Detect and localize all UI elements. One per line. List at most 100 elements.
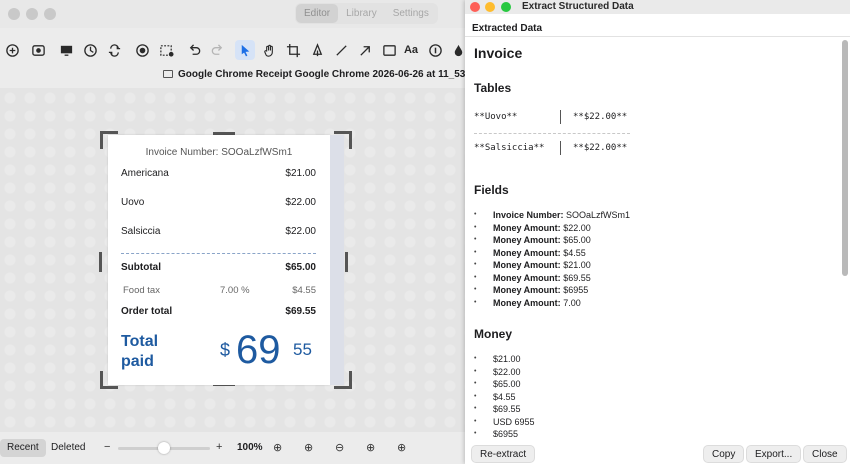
money-item: $6955	[474, 429, 518, 437]
item-name: Salsiccia	[121, 226, 161, 237]
tables-heading: Tables	[474, 81, 512, 95]
redo-icon[interactable]	[207, 40, 227, 60]
money-item: $65.00	[474, 379, 520, 389]
editor-bottom-bar: Recent Deleted − + 100% ⊕ ⊕ ⊖ ⊕ ⊕	[0, 432, 465, 464]
receipt-shadow-strip	[330, 135, 344, 385]
item-amount: $22.00	[285, 226, 316, 237]
file-name: Google Chrome Receipt Google Chrome 2026…	[178, 69, 465, 80]
order-total-amount: $69.55	[285, 306, 316, 317]
tab-settings[interactable]: Settings	[385, 4, 437, 23]
export-button[interactable]: Export...	[746, 445, 802, 463]
table-cell: **$22.00**	[573, 112, 628, 122]
scroll-capture-icon[interactable]	[104, 40, 124, 60]
panel-title: Extract Structured Data	[522, 1, 634, 12]
zoom-out-minus[interactable]: −	[104, 441, 110, 453]
re-extract-button[interactable]: Re-extract	[471, 445, 536, 463]
field-item: Money Amount: $22.00	[474, 223, 591, 233]
record-area-icon[interactable]	[156, 40, 176, 60]
pointer-tool-icon[interactable]	[235, 40, 255, 60]
receipt-image[interactable]: Invoice Number: SOOaLzfWSm1 Americana $2…	[100, 131, 352, 389]
field-item: Money Amount: 7.00	[474, 298, 581, 308]
close-window-button[interactable]	[8, 8, 20, 20]
panel-maximize-button[interactable]	[501, 2, 511, 12]
panel-footer: Re-extract Copy Export... Close	[465, 437, 850, 464]
receipt-line-item: Salsiccia $22.00	[121, 226, 316, 237]
zoom-reset-icon[interactable]: ⊕	[397, 441, 406, 454]
zoom-in-icon[interactable]: ⊕	[304, 441, 313, 454]
receipt-order-total: Order total $69.55	[121, 306, 316, 317]
receipt-subtotal: Subtotal $65.00	[121, 262, 316, 273]
panel-close-button[interactable]	[470, 2, 480, 12]
rectangle-tool-icon[interactable]	[379, 40, 399, 60]
crop-corner-top-right[interactable]	[334, 131, 352, 149]
subtotal-amount: $65.00	[285, 262, 316, 273]
zoom-in-plus[interactable]: +	[216, 441, 222, 453]
field-item: Money Amount: $69.55	[474, 273, 591, 283]
crop-corner-bottom-right[interactable]	[334, 371, 352, 389]
zoom-actual-icon[interactable]: ⊕	[366, 441, 375, 454]
money-item: USD 6955	[474, 417, 534, 427]
copy-button[interactable]: Copy	[703, 445, 745, 463]
table-column-separator	[560, 110, 561, 124]
image-file-icon	[163, 70, 173, 78]
text-tool-icon[interactable]: Aa	[401, 40, 421, 60]
extract-panel-window: Extract Structured Data Extracted Data I…	[465, 0, 850, 464]
zoom-level: 100%	[237, 442, 263, 453]
record-icon[interactable]	[132, 40, 152, 60]
panel-minimize-button[interactable]	[485, 2, 495, 12]
field-item: Money Amount: $21.00	[474, 260, 591, 270]
undo-icon[interactable]	[184, 40, 204, 60]
money-heading: Money	[474, 327, 513, 341]
panel-titlebar: Extract Structured Data	[465, 0, 850, 14]
line-tool-icon[interactable]	[331, 40, 351, 60]
crop-handle-left[interactable]	[99, 252, 102, 272]
counter-tool-icon[interactable]	[425, 40, 445, 60]
zoom-fit-icon[interactable]: ⊕	[273, 441, 282, 454]
total-cents: 55	[293, 340, 312, 359]
add-icon[interactable]	[2, 40, 22, 60]
field-item: Money Amount: $6955	[474, 285, 588, 295]
display-icon[interactable]	[56, 40, 76, 60]
field-item: Invoice Number: SOOaLzfWSm1	[474, 210, 630, 220]
tab-editor[interactable]: Editor	[296, 4, 339, 23]
screenshot-icon[interactable]	[28, 40, 48, 60]
money-item: $69.55	[474, 404, 520, 414]
crop-corner-bottom-left[interactable]	[100, 371, 118, 389]
crop-tool-icon[interactable]	[283, 40, 303, 60]
view-segmented-control: Editor Library Settings	[295, 3, 438, 24]
receipt-invoice-number: Invoice Number: SOOaLzfWSm1	[145, 147, 293, 158]
zoom-slider-knob[interactable]	[158, 442, 170, 454]
table-cell: **Salsiccia**	[474, 143, 545, 153]
maximize-window-button[interactable]	[44, 8, 56, 20]
total-paid-label: Total paid	[121, 332, 158, 372]
panel-subtitle: Extracted Data	[472, 23, 543, 34]
money-item: $4.55	[474, 392, 515, 402]
tab-library[interactable]: Library	[338, 4, 385, 23]
crop-handle-right[interactable]	[345, 252, 348, 272]
arrow-tool-icon[interactable]	[355, 40, 375, 60]
deleted-button[interactable]: Deleted	[44, 439, 92, 457]
item-amount: $22.00	[285, 197, 316, 208]
editor-toolbar: Aa	[0, 34, 465, 66]
total-paid-line2: paid	[121, 353, 154, 370]
item-amount: $21.00	[285, 168, 316, 179]
subtotal-label: Subtotal	[121, 262, 161, 273]
item-name: Americana	[121, 168, 169, 179]
document-heading: Invoice	[474, 45, 523, 61]
timer-icon[interactable]	[80, 40, 100, 60]
pen-tool-icon[interactable]	[307, 40, 327, 60]
panel-scrollbar[interactable]	[842, 40, 848, 276]
field-item: Money Amount: $65.00	[474, 235, 591, 245]
minimize-window-button[interactable]	[26, 8, 38, 20]
total-currency: $	[220, 340, 231, 360]
extracted-content[interactable]: Invoice Tables **Uovo** **$22.00** **Sal…	[465, 37, 837, 437]
table-cell: **Uovo**	[474, 112, 518, 122]
receipt-line-item: Uovo $22.00	[121, 197, 316, 208]
hand-tool-icon[interactable]	[259, 40, 279, 60]
close-button[interactable]: Close	[803, 445, 847, 463]
receipt-line-item: Americana $21.00	[121, 168, 316, 179]
zoom-slider[interactable]	[118, 442, 210, 454]
recent-button[interactable]: Recent	[0, 439, 46, 457]
zoom-out-icon[interactable]: ⊖	[335, 441, 344, 454]
money-item: $22.00	[474, 367, 520, 377]
